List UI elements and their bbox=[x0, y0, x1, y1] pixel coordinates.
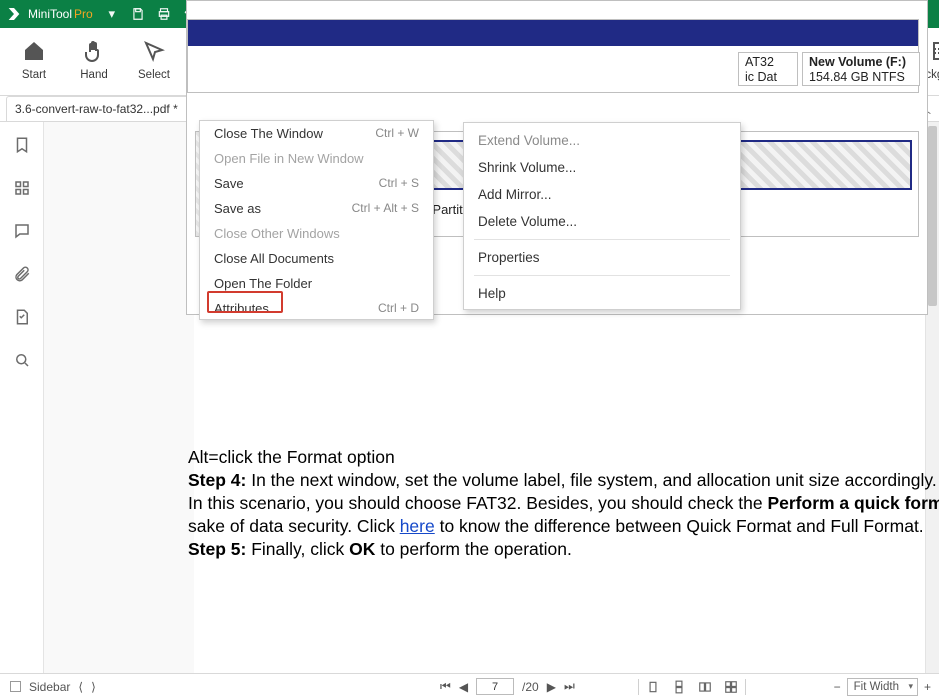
ctx2-help[interactable]: Help bbox=[464, 280, 740, 307]
last-page-icon[interactable]: ⏭ bbox=[564, 679, 575, 694]
volume-f-box: New Volume (F:) 154.84 GB NTFS Healthy (… bbox=[802, 52, 920, 86]
ctx1-save-as[interactable]: Save asCtrl + Alt + S bbox=[200, 196, 433, 221]
ctx2-shrink[interactable]: Shrink Volume... bbox=[464, 154, 740, 181]
form-icon[interactable] bbox=[13, 308, 31, 329]
volume-e-box: AT32ic Dat bbox=[738, 52, 798, 86]
app-logo bbox=[0, 0, 28, 28]
ctx1-open-folder[interactable]: Open The Folder bbox=[200, 271, 433, 296]
prev-page-icon[interactable]: ◀ bbox=[459, 680, 468, 694]
view-facing-cont-icon[interactable] bbox=[719, 678, 743, 696]
first-page-icon[interactable]: ⏮ bbox=[440, 679, 451, 694]
ctx2-extend[interactable]: Extend Volume... bbox=[464, 127, 740, 154]
print-icon[interactable] bbox=[151, 0, 177, 28]
ctx1-close-window[interactable]: Close The WindowCtrl + W bbox=[200, 121, 433, 146]
app-name: MiniToolPro bbox=[28, 7, 93, 21]
ctx1-save[interactable]: SaveCtrl + S bbox=[200, 171, 433, 196]
tab-context-menu: Close The WindowCtrl + W Open File in Ne… bbox=[199, 120, 434, 320]
view-continuous-icon[interactable] bbox=[667, 678, 691, 696]
ctx1-open-new[interactable]: Open File in New Window bbox=[200, 146, 433, 171]
bookmark-icon[interactable] bbox=[13, 136, 31, 157]
document-text: Alt=click the Format option Step 4: In t… bbox=[188, 446, 939, 561]
document-tab[interactable]: 3.6-convert-raw-to-fat32...pdf * bbox=[6, 96, 203, 121]
prev-sidebar-icon[interactable]: ⟨ bbox=[78, 680, 83, 694]
page-input[interactable] bbox=[476, 678, 514, 695]
ctx2-delete[interactable]: Delete Volume... bbox=[464, 208, 740, 235]
side-toolbar bbox=[0, 122, 44, 673]
ribbon-select[interactable]: Select bbox=[124, 34, 184, 81]
zoom-in-icon[interactable]: + bbox=[924, 680, 931, 694]
here-link[interactable]: here bbox=[400, 516, 435, 536]
thumbnails-icon[interactable] bbox=[13, 179, 31, 200]
next-page-icon[interactable]: ▶ bbox=[547, 680, 556, 694]
save-icon[interactable] bbox=[125, 0, 151, 28]
statusbar: Sidebar ⟨ ⟩ ⏮ ◀ /20 ▶ ⏭ − Fit Width + bbox=[0, 673, 939, 699]
ctx1-attributes[interactable]: AttributesCtrl + D bbox=[200, 296, 433, 321]
ribbon-hand[interactable]: Hand bbox=[64, 34, 124, 81]
volume-context-menu: Extend Volume... Shrink Volume... Add Mi… bbox=[463, 122, 741, 310]
sidebar-label[interactable]: Sidebar bbox=[29, 680, 70, 694]
ctx1-close-all[interactable]: Close All Documents bbox=[200, 246, 433, 271]
next-sidebar-icon[interactable]: ⟩ bbox=[91, 680, 96, 694]
ctx2-properties[interactable]: Properties bbox=[464, 244, 740, 271]
zoom-select[interactable]: Fit Width bbox=[847, 678, 918, 696]
qat-dropdown-icon[interactable]: ▾ bbox=[99, 0, 125, 28]
ribbon-start[interactable]: Start bbox=[4, 34, 64, 81]
attachments-icon[interactable] bbox=[13, 265, 31, 286]
zoom-out-icon[interactable]: − bbox=[834, 680, 841, 694]
view-facing-icon[interactable] bbox=[693, 678, 717, 696]
ctx2-mirror[interactable]: Add Mirror... bbox=[464, 181, 740, 208]
ctx1-close-other[interactable]: Close Other Windows bbox=[200, 221, 433, 246]
comments-icon[interactable] bbox=[13, 222, 31, 243]
search-icon[interactable] bbox=[13, 351, 31, 372]
sidebar-toggle-icon[interactable] bbox=[10, 681, 21, 692]
page-total: /20 bbox=[522, 680, 539, 694]
view-single-icon[interactable] bbox=[641, 678, 665, 696]
